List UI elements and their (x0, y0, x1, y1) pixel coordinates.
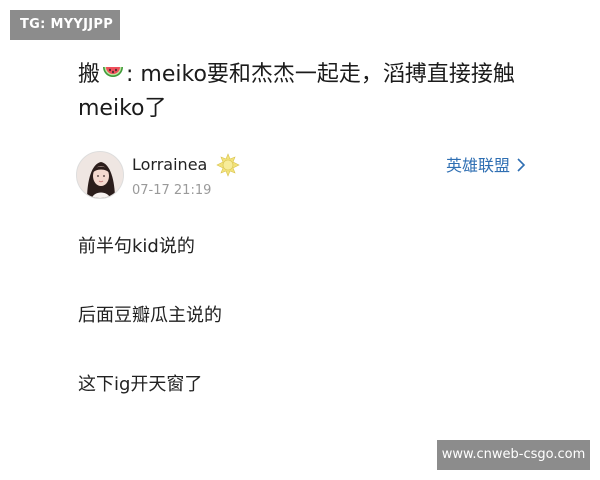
sun-badge-icon (216, 153, 240, 177)
post-line-1: 前半句kid说的 (78, 236, 195, 257)
post-title-text: : meiko要和杰杰一起走，滔搏直接接触meiko了 (78, 62, 515, 121)
watermark-bottom-right: www.cnweb-csgo.com (437, 440, 590, 470)
topic-label: 英雄联盟 (445, 156, 510, 175)
post-line-3: 这下ig开天窗了 (78, 374, 203, 395)
chevron-right-icon (516, 155, 526, 177)
author-name[interactable]: Lorrainea (132, 154, 207, 176)
post-title-prefix: 搬 (78, 62, 101, 87)
watermelon-icon (103, 67, 124, 77)
avatar[interactable] (76, 151, 124, 199)
topic-link[interactable]: 英雄联盟 (446, 155, 526, 177)
post-time: 07-17 21:19 (132, 183, 212, 198)
watermark-top-left: TG: MYYJJPP (10, 10, 120, 40)
author-row: Lorrainea 07-17 21:19 英雄联盟 (76, 150, 526, 206)
post-title: 搬 : meiko要和杰杰一起走，滔搏直接接触meiko了 (78, 58, 548, 126)
post-line-2: 后面豆瓣瓜主说的 (78, 305, 222, 326)
avatar-photo (77, 152, 123, 198)
